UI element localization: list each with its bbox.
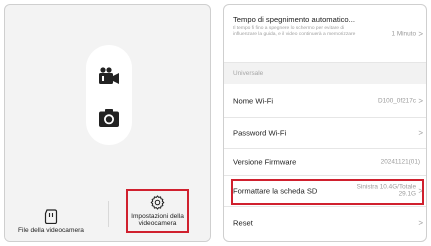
chevron-right-icon: > bbox=[418, 218, 423, 228]
camera-settings-button[interactable]: Impostazioni della videocamera bbox=[126, 189, 189, 233]
camera-settings-label-line2: videocamera bbox=[138, 220, 177, 228]
firmware-version-value: 20241121(01) bbox=[380, 158, 420, 166]
firmware-version-row: Versione Firmware 20241121(01) bbox=[224, 149, 426, 176]
wifi-name-value: D100_0f217c bbox=[377, 96, 416, 104]
gear-icon bbox=[150, 195, 165, 210]
firmware-version-label: Versione Firmware bbox=[233, 157, 297, 167]
camera-home-screen: File della videocamera Impostazioni dell… bbox=[4, 4, 211, 242]
camera-files-button[interactable]: File della videocamera bbox=[7, 189, 95, 235]
chevron-right-icon: > bbox=[418, 96, 423, 105]
wifi-password-row[interactable]: Password Wi-Fi > bbox=[224, 118, 426, 149]
camera-files-label: File della videocamera bbox=[18, 227, 84, 235]
format-sd-highlight bbox=[231, 179, 424, 205]
section-header: Universale bbox=[224, 63, 426, 84]
camera-settings-label-line1: Impostazioni della bbox=[131, 212, 184, 220]
mode-selector bbox=[86, 45, 132, 145]
screen-timeout-value: 1 Minuto bbox=[391, 29, 416, 37]
screen-timeout-description: Il tempo fi fino a spegnere lo schermo p… bbox=[233, 26, 356, 38]
wifi-name-row[interactable]: Nome Wi-Fi D100_0f217c > bbox=[224, 84, 426, 118]
nav-divider bbox=[108, 201, 109, 227]
camera-settings-screen: Tempo di spegnimento automatico... Il te… bbox=[223, 4, 427, 242]
reset-row[interactable]: Reset > bbox=[224, 207, 426, 239]
wifi-name-label: Nome Wi-Fi bbox=[233, 96, 274, 105]
video-camera-icon[interactable] bbox=[98, 67, 120, 85]
screen-timeout-title: Tempo di spegnimento automatico... bbox=[233, 15, 355, 24]
chevron-right-icon: > bbox=[418, 128, 423, 138]
bottom-navigation: File della videocamera Impostazioni dell… bbox=[5, 183, 210, 241]
photo-camera-icon[interactable] bbox=[98, 108, 120, 128]
reset-label: Reset bbox=[233, 218, 253, 228]
section-label: Universale bbox=[233, 70, 264, 77]
chevron-right-icon: > bbox=[418, 29, 423, 38]
sd-card-icon bbox=[44, 209, 58, 225]
screen-timeout-row[interactable]: Tempo di spegnimento automatico... Il te… bbox=[224, 5, 426, 63]
wifi-password-label: Password Wi-Fi bbox=[233, 128, 287, 138]
